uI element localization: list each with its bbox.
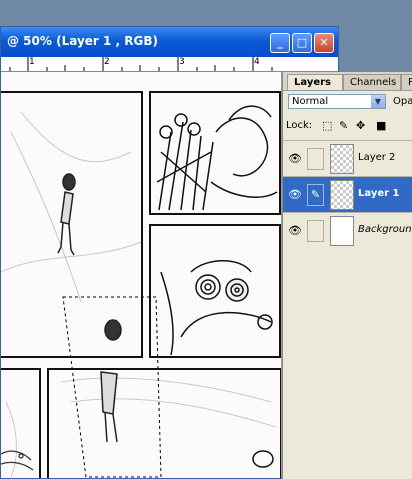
layer-name: Background <box>358 224 412 235</box>
layer-name: Layer 1 <box>358 188 400 199</box>
ruler-marks <box>9 57 273 71</box>
maximize-button[interactable]: □ <box>292 33 312 53</box>
layer-thumbnail <box>330 144 354 174</box>
lock-options: Lock: ⬚ ✎ ✥ ■ <box>286 118 412 134</box>
brush-icon[interactable]: ✎ <box>307 184 324 206</box>
layers-palette: Layers Channels P Normal ▼ Opa Lock: ⬚ ✎… <box>282 72 412 479</box>
layer-thumbnail <box>330 180 354 210</box>
lock-icon[interactable]: ■ <box>376 120 386 132</box>
palette-tabs: Layers Channels P <box>283 72 412 91</box>
layer-row-layer-2[interactable]: 👁 Layer 2 <box>283 140 412 176</box>
opacity-label: Opa <box>393 96 412 107</box>
close-button[interactable]: ✕ <box>314 33 334 53</box>
lock-transparent-icon[interactable]: ⬚ <box>322 120 332 132</box>
layer-link-box[interactable] <box>307 220 324 242</box>
blend-mode-value: Normal <box>292 96 329 107</box>
move-icon[interactable]: ✥ <box>356 120 365 132</box>
blend-mode-select[interactable]: Normal ▼ <box>288 94 386 109</box>
tab-paths[interactable]: P <box>401 74 412 90</box>
lock-label: Lock: <box>286 120 313 131</box>
window-title: @ 50% (Layer 1 , RGB) <box>7 34 158 48</box>
layer-name: Layer 2 <box>358 152 396 163</box>
layer-row-layer-1[interactable]: 👁 ✎ Layer 1 <box>283 176 412 212</box>
layer-thumbnail <box>330 216 354 246</box>
title-bar[interactable]: @ 50% (Layer 1 , RGB) _ □ ✕ <box>1 27 338 57</box>
layer-row-background[interactable]: 👁 Background <box>283 212 412 248</box>
tab-layers[interactable]: Layers <box>287 74 343 90</box>
comic-artwork <box>1 72 281 478</box>
layer-link-box[interactable] <box>307 148 324 170</box>
lock-paint-icon[interactable]: ✎ <box>339 120 348 132</box>
eye-icon[interactable]: 👁 <box>288 188 302 201</box>
horizontal-ruler: 1 2 3 4 <box>1 57 338 72</box>
minimize-button[interactable]: _ <box>270 33 290 53</box>
eye-icon[interactable]: 👁 <box>288 152 302 165</box>
image-canvas[interactable] <box>1 72 281 478</box>
eye-icon[interactable]: 👁 <box>288 224 302 237</box>
tab-channels[interactable]: Channels <box>343 74 401 90</box>
chevron-down-icon[interactable]: ▼ <box>371 95 385 108</box>
